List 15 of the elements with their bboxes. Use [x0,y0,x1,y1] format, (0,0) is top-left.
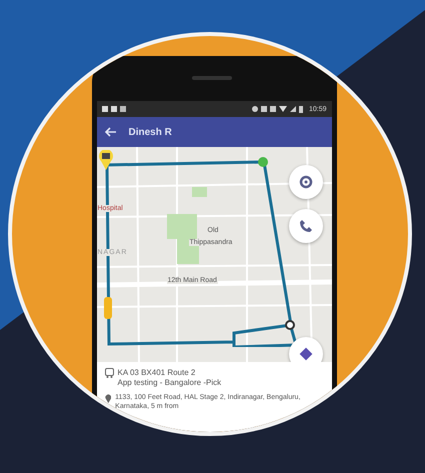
crosshair-icon [298,175,312,189]
back-arrow-icon[interactable] [104,127,116,137]
phone-icon [298,219,312,233]
signal-icon [290,106,296,112]
bus-pin-icon [98,150,112,170]
wifi-icon [278,106,287,112]
battery-icon [298,106,303,112]
vehicle-route: KA 03 BX401 Route 2 [118,368,196,378]
route-name: App testing - Bangalore -Pick [118,378,222,389]
waypoint-dot-icon [258,157,268,167]
bus-icon [104,368,114,378]
park-drawing [192,187,206,197]
stop-marker-icon [284,320,294,330]
location-pin-icon [104,392,112,404]
app-title: Dinesh R [128,126,172,138]
